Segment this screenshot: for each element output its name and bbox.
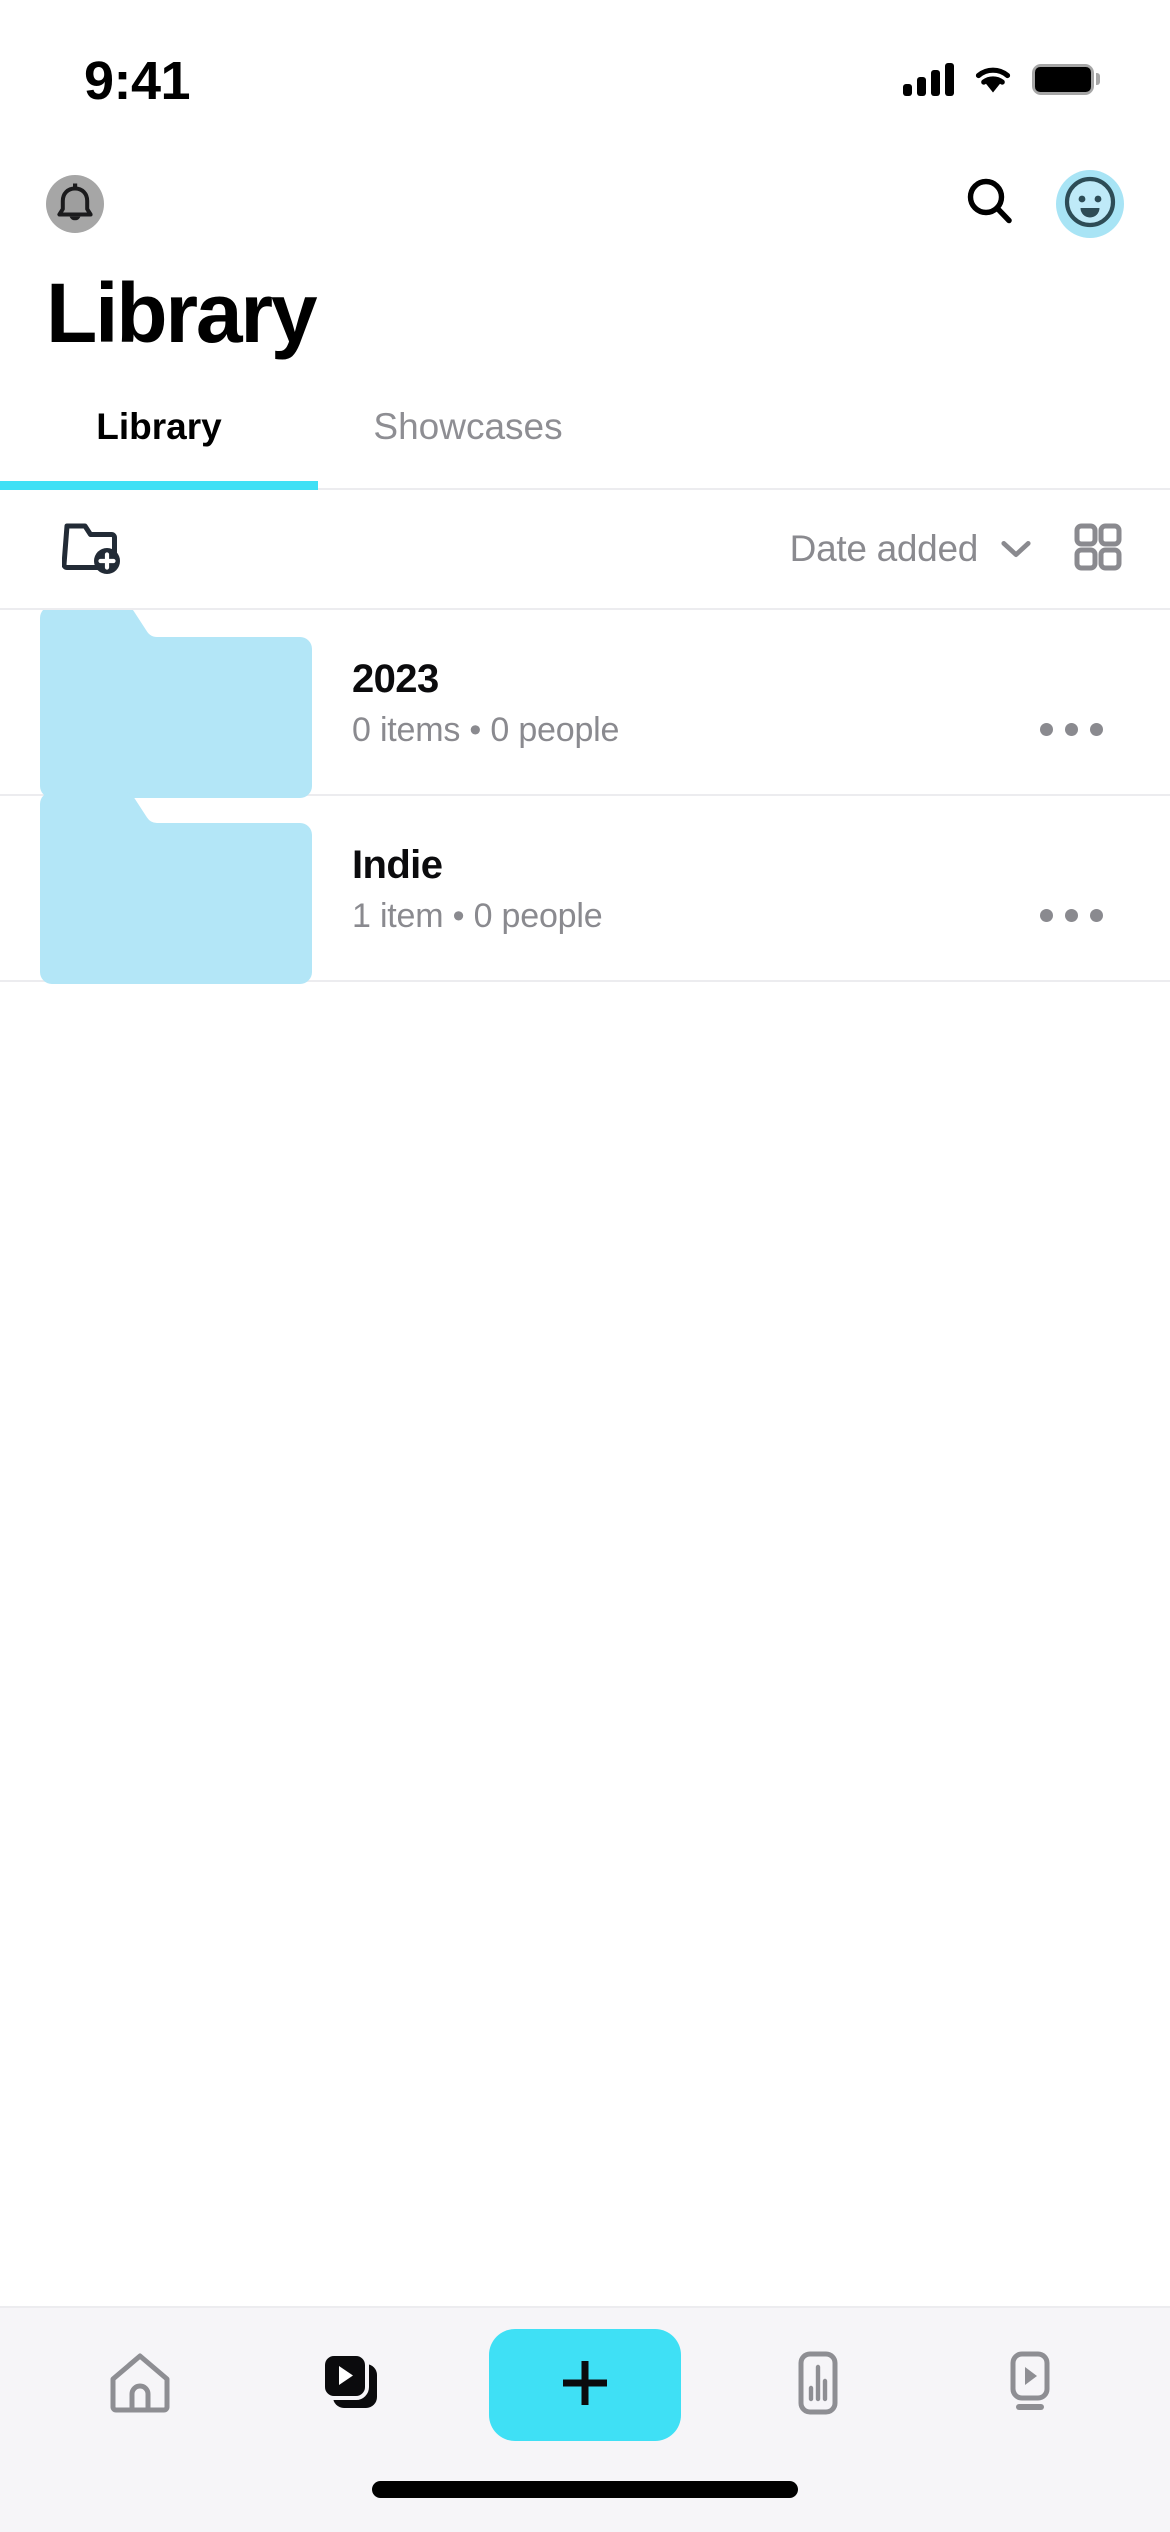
nav-item-showcase[interactable] — [955, 2325, 1105, 2445]
notifications-button[interactable] — [44, 173, 106, 235]
folder-meta: 2023 0 items • 0 people — [352, 655, 1016, 750]
app-bar-actions — [960, 170, 1124, 238]
bell-icon — [46, 175, 104, 233]
folder-thumbnail — [0, 792, 352, 984]
home-indicator-bar[interactable] — [372, 2480, 798, 2498]
more-horizontal-icon — [1039, 722, 1103, 736]
search-button[interactable] — [960, 174, 1020, 234]
app-screen: 9:41 Library Library Showcases Date adde… — [0, 0, 1170, 2532]
status-bar: 9:41 — [0, 0, 1170, 150]
folder-more-button[interactable] — [1016, 860, 1126, 970]
search-icon — [962, 174, 1018, 235]
nav-item-insights[interactable] — [743, 2325, 893, 2445]
grid-view-button[interactable] — [1070, 521, 1126, 577]
toolbar-right-actions: Date added — [790, 521, 1126, 577]
page-title: Library — [46, 266, 318, 360]
folder-subtitle: 0 items • 0 people — [352, 710, 620, 749]
tab-bar: Library Showcases — [0, 378, 1170, 490]
battery-icon — [1032, 63, 1100, 95]
tab-showcases[interactable]: Showcases — [318, 378, 618, 488]
wifi-icon — [972, 63, 1014, 95]
list-item[interactable]: 2023 0 items • 0 people — [0, 610, 1170, 798]
app-bar — [0, 150, 1170, 258]
nav-item-create[interactable] — [489, 2329, 681, 2441]
tab-library-label: Library — [96, 405, 222, 447]
status-bar-indicators — [903, 54, 1108, 96]
cellular-signal-icon — [903, 62, 954, 96]
grid-view-icon — [1073, 522, 1123, 577]
folder-more-button[interactable] — [1016, 674, 1126, 784]
chevron-down-icon — [1000, 539, 1032, 559]
folder-meta: Indie 1 item • 0 people — [352, 841, 1016, 936]
tab-active-indicator — [0, 481, 318, 490]
new-folder-button[interactable] — [56, 512, 130, 586]
list-item[interactable]: Indie 1 item • 0 people — [0, 792, 1170, 984]
home-indicator-area — [0, 2462, 1170, 2532]
nav-item-library[interactable] — [277, 2325, 427, 2445]
nav-item-home[interactable] — [65, 2325, 215, 2445]
sort-label: Date added — [789, 528, 979, 569]
folder-list: 2023 0 items • 0 people Indie 1 item • 0… — [0, 610, 1170, 2306]
bar-chart-icon — [788, 2350, 848, 2421]
tab-showcases-label: Showcases — [373, 405, 563, 447]
video-stack-icon — [319, 2350, 385, 2421]
folder-thumbnail — [0, 610, 352, 798]
folder-plus-icon — [61, 518, 124, 581]
bottom-navigation — [0, 2306, 1170, 2462]
status-bar-time: 9:41 — [84, 51, 191, 111]
folder-name: 2023 — [352, 656, 439, 701]
folder-name: Indie — [352, 842, 443, 887]
home-icon — [107, 2351, 173, 2420]
tv-play-icon — [999, 2350, 1061, 2421]
folder-icon — [40, 610, 312, 798]
list-toolbar: Date added — [0, 490, 1170, 610]
folder-subtitle: 1 item • 0 people — [352, 896, 603, 935]
plus-icon — [556, 2354, 614, 2417]
avatar[interactable] — [1056, 170, 1124, 238]
folder-icon — [40, 792, 312, 984]
sort-dropdown[interactable]: Date added — [790, 528, 1032, 570]
more-horizontal-icon — [1039, 908, 1103, 922]
avatar-smiley-icon — [1062, 174, 1118, 235]
tab-library[interactable]: Library — [0, 378, 318, 488]
